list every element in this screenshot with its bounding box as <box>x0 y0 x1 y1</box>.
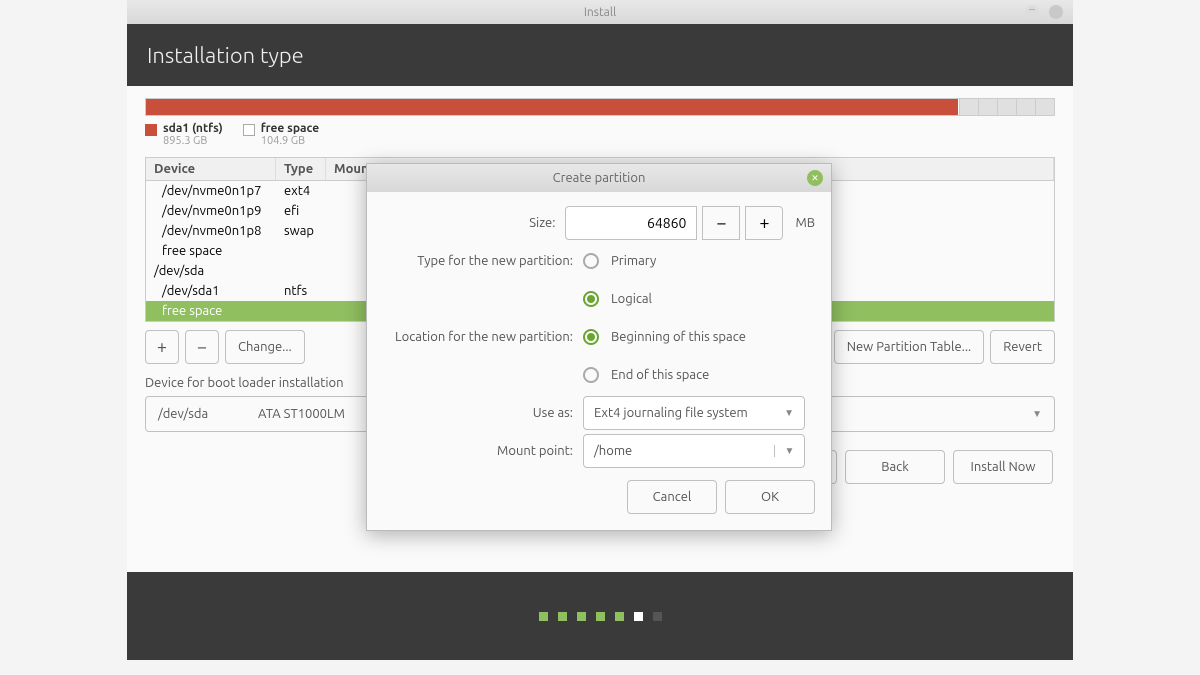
location-label: Location for the new partition: <box>383 330 583 344</box>
cell-type <box>276 304 326 318</box>
titlebar: Install – <box>127 0 1073 24</box>
cancel-button[interactable]: Cancel <box>627 480 717 514</box>
cell-type <box>276 264 326 278</box>
cell-device: /dev/sda <box>146 264 276 278</box>
col-type[interactable]: Type <box>276 158 326 180</box>
useas-select[interactable]: Ext4 journaling file system ▼ <box>583 396 805 430</box>
progress-dot <box>653 612 662 621</box>
size-label: Size: <box>383 216 565 230</box>
radio-logical-label: Logical <box>611 292 652 306</box>
size-decrement-button[interactable]: − <box>702 206 740 240</box>
legend-name-2: free space <box>261 122 319 135</box>
chevron-down-icon: ▼ <box>784 407 794 419</box>
add-partition-button[interactable]: + <box>145 330 179 364</box>
cell-type: efi <box>276 204 326 218</box>
legend-name-1: sda1 (ntfs) <box>163 122 223 135</box>
minimize-button[interactable]: – <box>1025 5 1039 19</box>
cell-type: swap <box>276 224 326 238</box>
useas-label: Use as: <box>383 406 583 420</box>
cell-type: ntfs <box>276 284 326 298</box>
progress-dot <box>596 612 605 621</box>
disk-legend: sda1 (ntfs) 895.3 GB free space 104.9 GB <box>145 122 1055 147</box>
progress-dot <box>539 612 548 621</box>
header-band: Installation type <box>127 24 1073 86</box>
size-increment-button[interactable]: + <box>745 206 783 240</box>
progress-dots <box>127 572 1073 660</box>
revert-button[interactable]: Revert <box>990 330 1055 364</box>
mountpoint-value: /home <box>584 444 774 458</box>
cell-type <box>276 244 326 258</box>
disk-usage-bar <box>145 98 1055 116</box>
col-device[interactable]: Device <box>146 158 276 180</box>
legend-size-2: 104.9 GB <box>261 135 319 147</box>
change-partition-button[interactable]: Change... <box>225 330 305 364</box>
swatch-gray-icon <box>243 124 255 136</box>
radio-primary-label: Primary <box>611 254 656 268</box>
legend-size-1: 895.3 GB <box>163 135 223 147</box>
dialog-title: Create partition <box>553 171 646 185</box>
swatch-red-icon <box>145 124 157 136</box>
chevron-down-icon: ▼ <box>1032 408 1042 420</box>
window-title: Install <box>584 6 616 19</box>
create-partition-dialog: Create partition Size: − + MB Type for t… <box>366 163 832 531</box>
radio-end[interactable] <box>583 367 599 383</box>
legend-item-free: free space 104.9 GB <box>243 122 319 147</box>
cell-device: free space <box>146 304 276 318</box>
ok-button[interactable]: OK <box>725 480 815 514</box>
install-now-button[interactable]: Install Now <box>953 450 1053 484</box>
progress-dot <box>577 612 586 621</box>
disk-segment-free <box>959 99 1054 115</box>
progress-dot <box>615 612 624 621</box>
progress-dot <box>558 612 567 621</box>
cell-device: /dev/sda1 <box>146 284 276 298</box>
progress-dot <box>634 612 643 621</box>
useas-value: Ext4 journaling file system <box>594 406 748 420</box>
disk-segment-used <box>146 99 959 115</box>
radio-primary[interactable] <box>583 253 599 269</box>
chevron-down-icon: ▼ <box>774 445 804 457</box>
new-partition-table-button[interactable]: New Partition Table... <box>834 330 985 364</box>
radio-end-label: End of this space <box>611 368 709 382</box>
bootloader-device: /dev/sda <box>158 407 258 421</box>
back-button[interactable]: Back <box>845 450 945 484</box>
radio-logical[interactable] <box>583 291 599 307</box>
size-unit: MB <box>795 216 815 230</box>
dialog-close-button[interactable] <box>807 170 823 186</box>
partition-type-label: Type for the new partition: <box>383 254 583 268</box>
cell-device: /dev/nvme0n1p9 <box>146 204 276 218</box>
cell-device: /dev/nvme0n1p7 <box>146 184 276 198</box>
cell-device: free space <box>146 244 276 258</box>
mountpoint-label: Mount point: <box>383 444 583 458</box>
radio-beginning[interactable] <box>583 329 599 345</box>
mountpoint-select[interactable]: /home ▼ <box>583 434 805 468</box>
radio-beginning-label: Beginning of this space <box>611 330 746 344</box>
remove-partition-button[interactable]: − <box>185 330 219 364</box>
cell-type: ext4 <box>276 184 326 198</box>
size-input[interactable] <box>565 206 697 240</box>
cell-device: /dev/nvme0n1p8 <box>146 224 276 238</box>
legend-item-sda1: sda1 (ntfs) 895.3 GB <box>145 122 223 147</box>
close-button[interactable] <box>1049 5 1063 19</box>
page-title: Installation type <box>147 43 304 68</box>
dialog-titlebar: Create partition <box>367 164 831 192</box>
